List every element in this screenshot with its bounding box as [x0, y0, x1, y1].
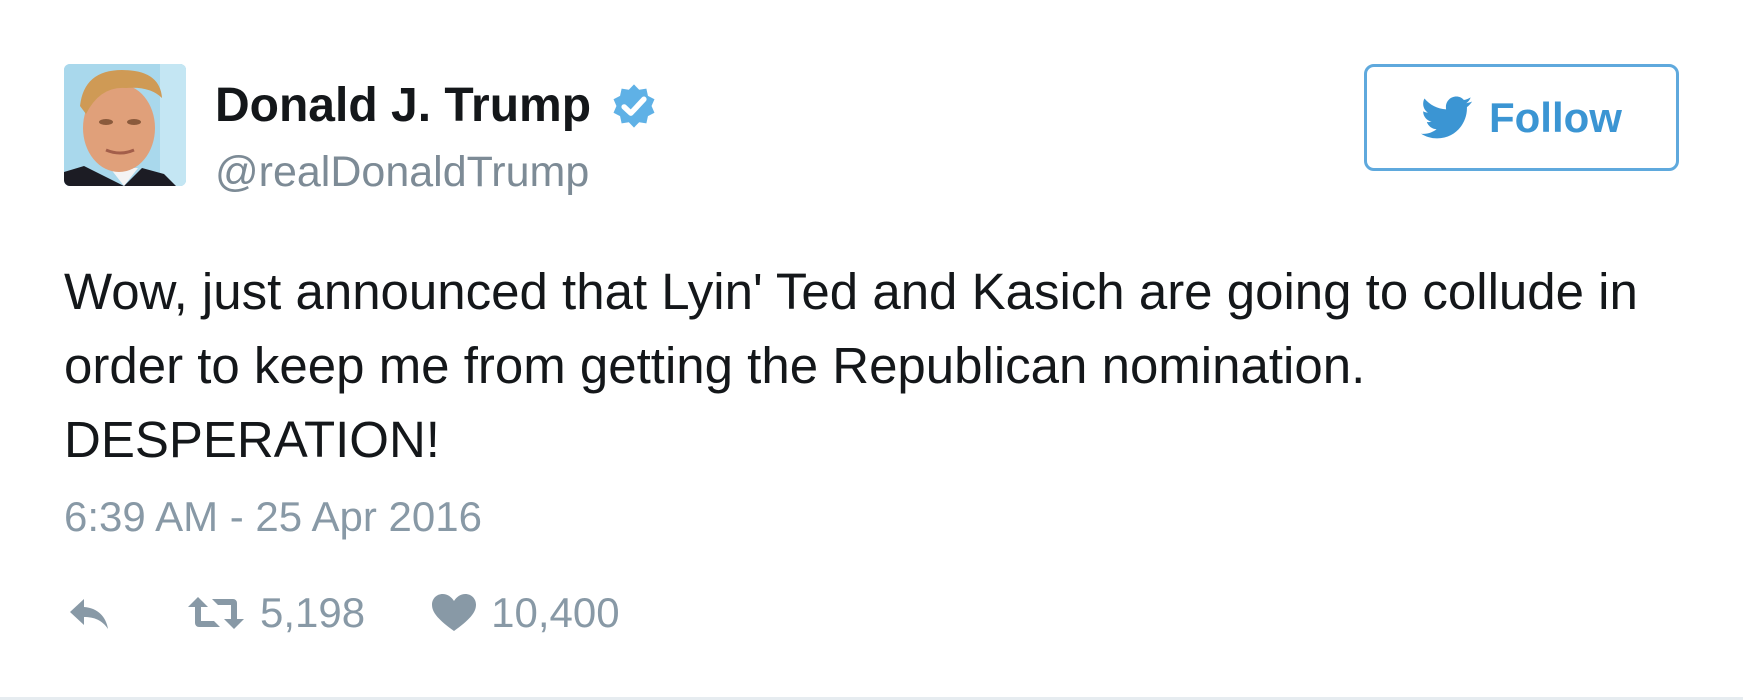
tweet-text-line: Wow, just announced that Lyin' Ted and K… — [64, 263, 1638, 320]
twitter-bird-icon — [1421, 96, 1473, 138]
author-handle[interactable]: @realDonaldTrump — [215, 148, 589, 197]
tweet-text-line: order to keep me from getting the Republ… — [64, 337, 1366, 394]
retweet-button[interactable]: 5,198 — [186, 589, 365, 637]
retweet-icon — [188, 597, 244, 629]
reply-button[interactable] — [64, 593, 114, 633]
verified-badge-icon — [613, 83, 655, 128]
profile-photo — [64, 64, 186, 186]
tweet-actions: 5,198 10,400 — [64, 585, 620, 641]
avatar[interactable] — [64, 64, 186, 186]
tweet-text-line: DESPERATION! — [64, 411, 440, 468]
like-count: 10,400 — [491, 589, 620, 636]
retweet-count: 5,198 — [260, 589, 366, 636]
tweet-timestamp[interactable]: 6:39 AM - 25 Apr 2016 — [64, 493, 482, 541]
author-name-text: Donald J. Trump — [215, 79, 592, 132]
reply-icon — [70, 599, 108, 629]
like-button[interactable]: 10,400 — [431, 589, 620, 637]
tweet-card: Donald J. Trump @realDonaldTrump Follow … — [0, 0, 1743, 700]
tweet-text: Wow, just announced that Lyin' Ted and K… — [64, 255, 1684, 477]
author-name[interactable]: Donald J. Trump — [215, 78, 661, 133]
follow-button[interactable]: Follow — [1364, 64, 1679, 171]
follow-button-label: Follow — [1489, 93, 1622, 141]
heart-icon — [432, 594, 477, 631]
